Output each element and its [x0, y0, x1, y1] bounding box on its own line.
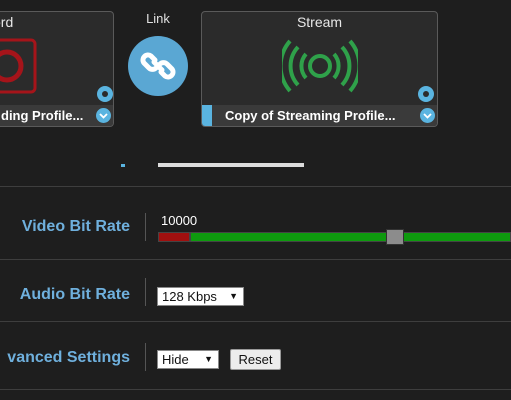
record-card-title: ord	[0, 14, 14, 30]
video-bit-rate-value: 10000	[161, 213, 198, 228]
record-profile-select[interactable]: ding Profile...	[0, 105, 113, 126]
scroll-remnant-dot	[121, 164, 125, 167]
row-divider	[145, 343, 146, 371]
advanced-settings-select[interactable]: Hide ▼	[157, 350, 219, 369]
chevron-down-icon[interactable]	[420, 108, 435, 123]
video-bit-rate-slider[interactable]	[158, 229, 511, 245]
advanced-settings-label: vanced Settings	[7, 349, 130, 366]
bottom-divider	[0, 389, 511, 390]
reset-button[interactable]: Reset	[230, 349, 281, 370]
video-bit-rate-label: Video Bit Rate	[21, 218, 130, 235]
link-icon	[140, 48, 176, 84]
record-icon	[0, 38, 37, 94]
dropdown-arrow-icon: ▼	[204, 354, 213, 364]
profiles-area: ord ding Profile... Link	[0, 0, 511, 167]
advanced-settings-row: vanced Settings Hide ▼ Reset	[0, 321, 511, 389]
chevron-down-icon[interactable]	[96, 108, 111, 123]
record-card[interactable]: ord ding Profile...	[0, 11, 114, 127]
record-profile-label: ding Profile...	[1, 108, 84, 123]
stream-profile-select[interactable]: Copy of Streaming Profile...	[202, 105, 437, 126]
row-divider	[145, 213, 146, 241]
stream-card-title: Stream	[296, 14, 343, 30]
slider-track	[190, 232, 511, 242]
audio-bit-rate-selected: 128 Kbps	[162, 289, 217, 304]
audio-bit-rate-row: Audio Bit Rate 128 Kbps ▼	[0, 259, 511, 320]
record-settings-gear-icon[interactable]	[97, 86, 113, 102]
link-button[interactable]	[128, 36, 188, 96]
audio-bit-rate-select[interactable]: 128 Kbps ▼	[157, 287, 244, 306]
advanced-settings-selected: Hide	[162, 352, 189, 367]
slider-track-low	[158, 232, 190, 242]
broadcast-icon	[278, 38, 362, 94]
row-divider	[145, 278, 146, 306]
video-bit-rate-row: Video Bit Rate 10000	[0, 186, 511, 256]
slider-handle[interactable]	[386, 229, 404, 245]
scroll-remnant-bar	[158, 163, 304, 167]
dropdown-arrow-icon: ▼	[229, 291, 238, 301]
link-label: Link	[146, 11, 170, 26]
stream-settings-gear-icon[interactable]	[418, 86, 434, 102]
audio-bit-rate-label: Audio Bit Rate	[19, 286, 130, 303]
stream-profile-label: Copy of Streaming Profile...	[225, 108, 396, 123]
stream-status-indicator	[202, 105, 212, 126]
stream-card[interactable]: Stream Copy of Streaming Profile...	[201, 11, 438, 127]
